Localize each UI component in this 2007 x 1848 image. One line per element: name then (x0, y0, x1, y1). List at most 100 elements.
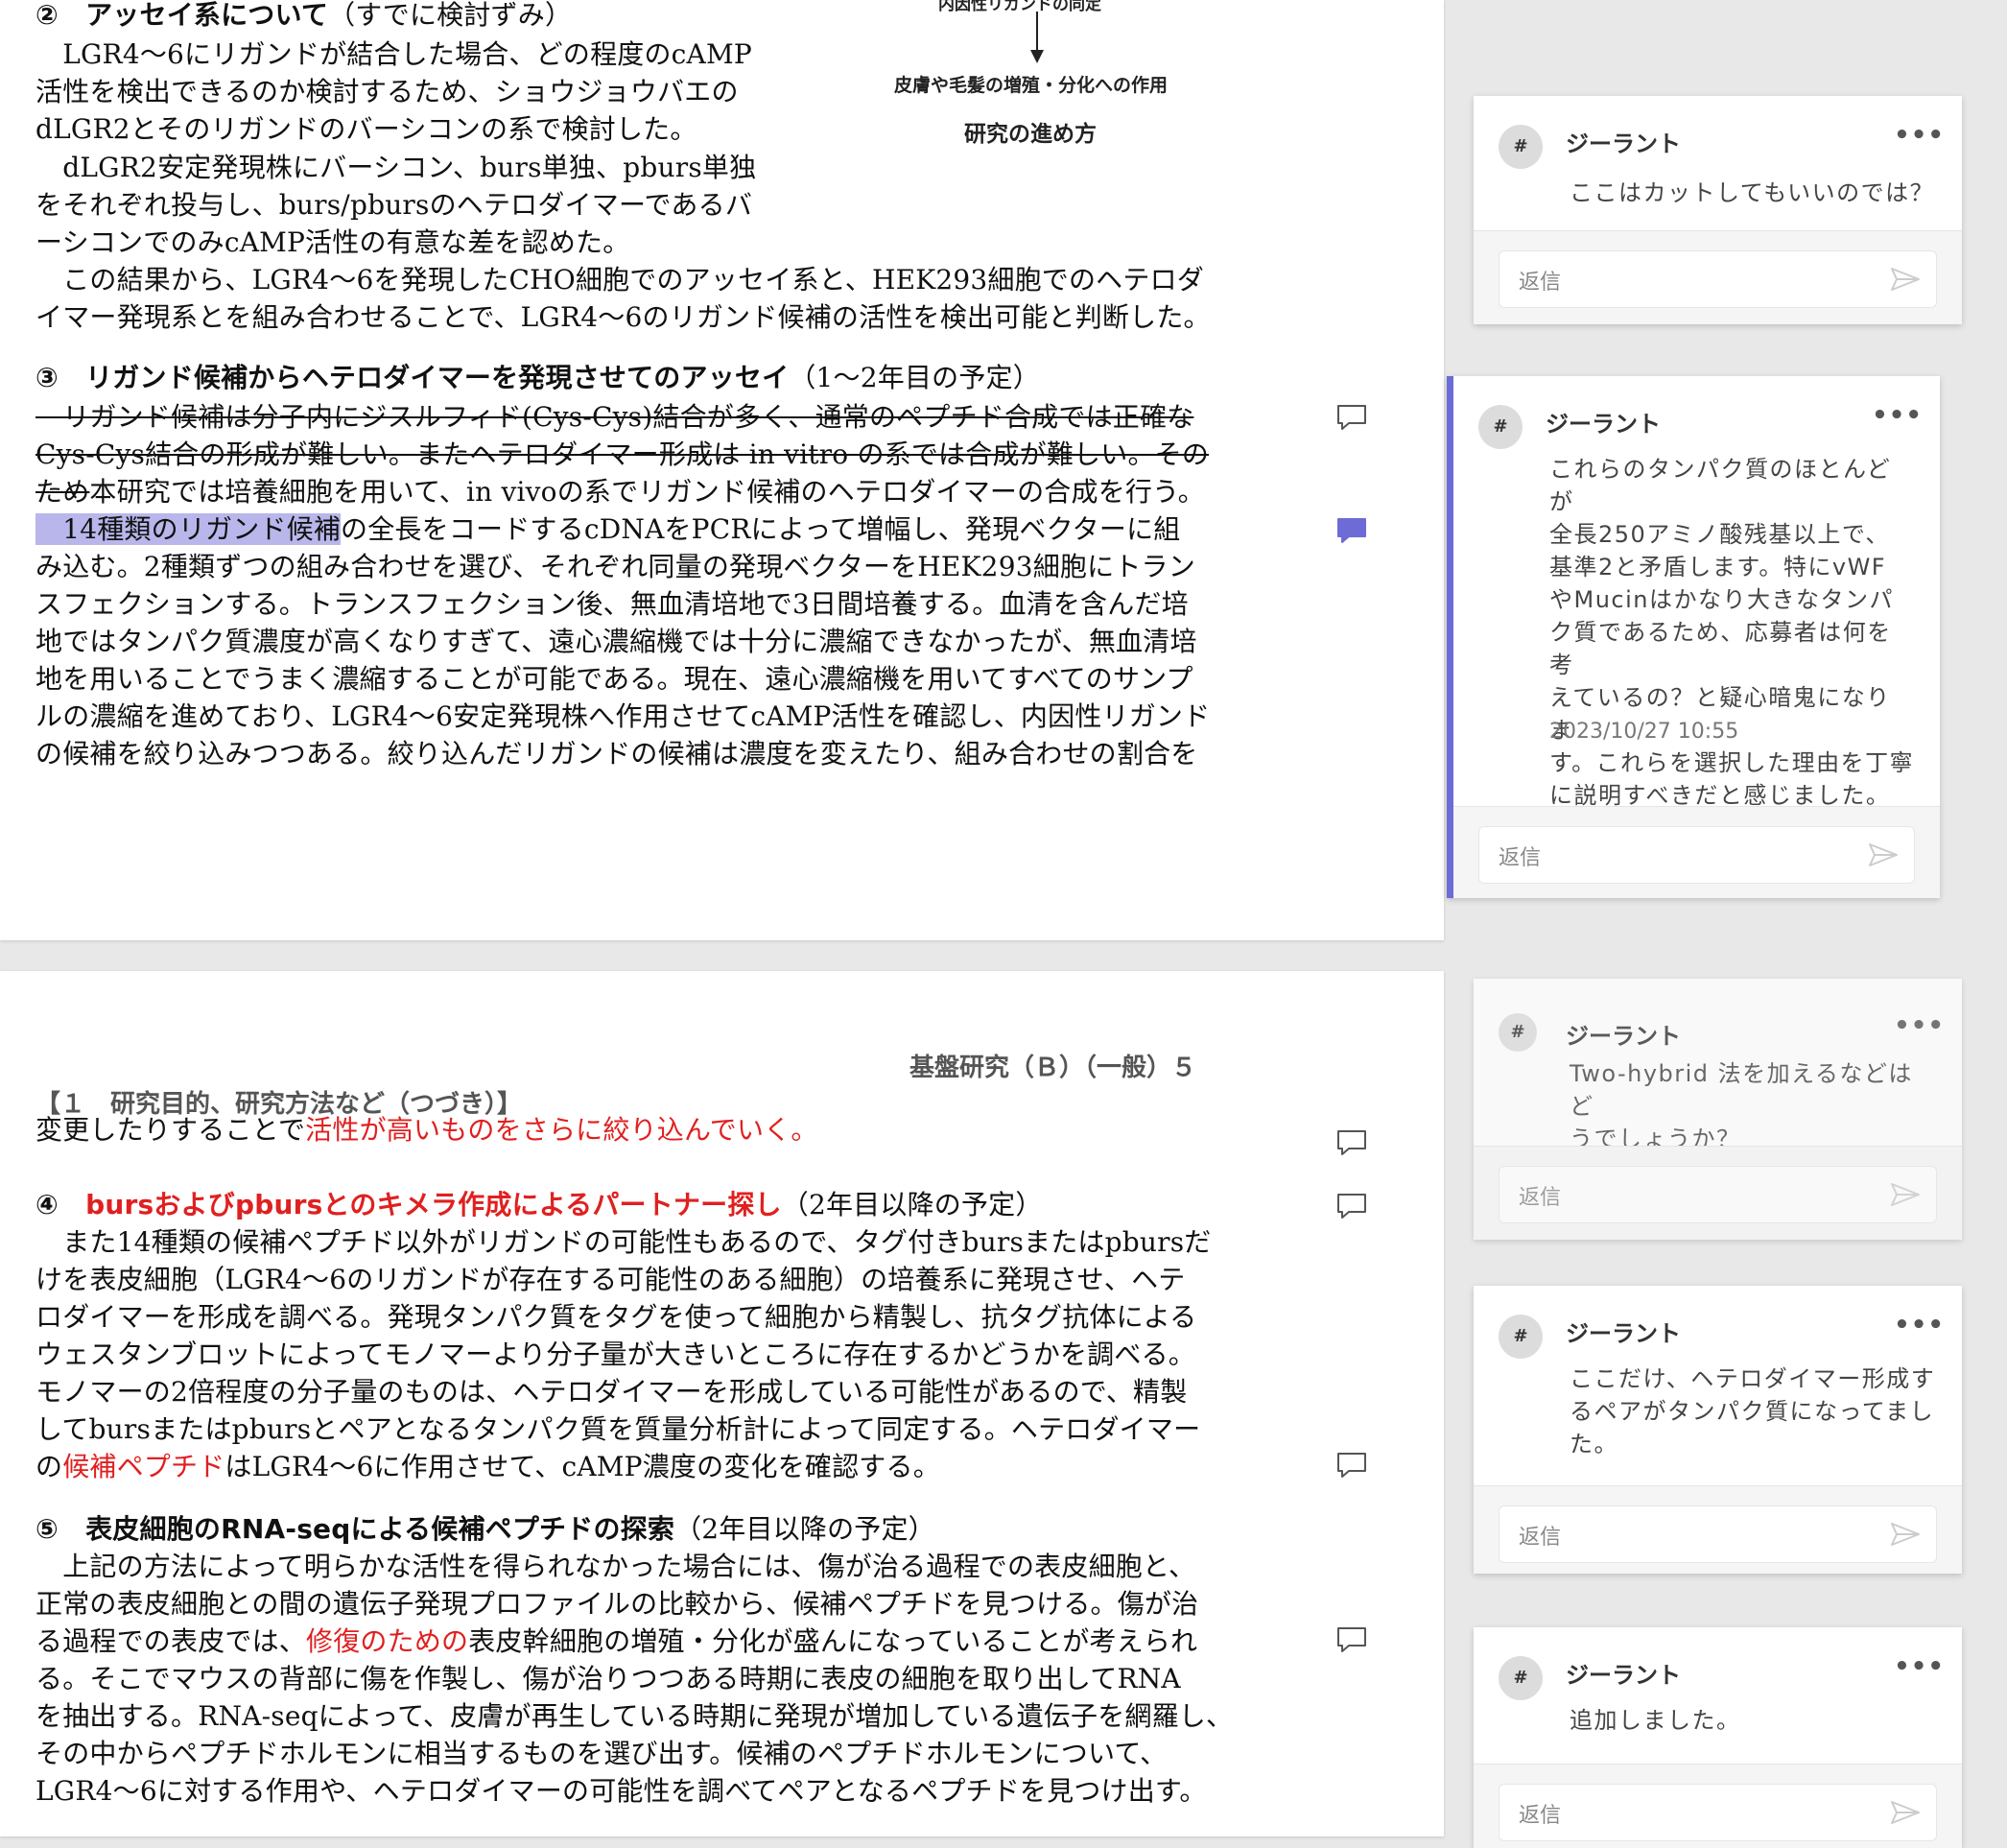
text-run: 上記の方法によって明らかな活性を得られなかった場合には、傷が治る過程での表皮細胞… (35, 1551, 1196, 1582)
more-options-icon[interactable]: ••• (1894, 1652, 1945, 1681)
text-line: ロダイマーを形成を調べる。発現タンパク質をタグを使って細胞から精製し、抗タグ抗体… (35, 1298, 1196, 1336)
text-line: ウェスタンブロットによってモノマーより分子量が大きいところに存在するかどうかを調… (35, 1336, 1195, 1373)
comment-marker-icon[interactable] (1335, 1625, 1368, 1654)
text-line: の候補を絞り込みつつある。絞り込んだリガンドの候補は濃度を変えたり、組み合わせの… (35, 735, 1198, 772)
reply-area: 返信 (1474, 1147, 1962, 1240)
text-line: dLGR2とそのリガンドのバーシコンの系で検討した。 (35, 110, 697, 148)
text-run: bursおよびpbursとのキメラ作成によるパートナー探し (85, 1189, 782, 1220)
text-line: してbursまたはpbursとペアとなるタンパク質を質量分析計によって同定する。… (35, 1410, 1200, 1448)
text-run: ③ リガンド候補からヘテロダイマーを発現させてのアッセイ (35, 362, 790, 393)
send-icon[interactable] (1890, 1182, 1921, 1207)
text-run: イマー発現系とを組み合わせることで、LGR4〜6のリガンド候補の活性を検出可能と… (35, 301, 1211, 333)
text-line: Cys-Cys結合の形成が難しい。またヘテロダイマー形成は in vitro の… (35, 436, 1209, 473)
text-line: けを表皮細胞（LGR4〜6のリガンドが存在する可能性のある細胞）の培養系に発現さ… (35, 1261, 1185, 1298)
text-run: を抽出する。RNA-seqによって、皮膚が再生している時期に発現が増加している遺… (35, 1700, 1234, 1732)
reply-area: 返信 (1474, 231, 1962, 324)
reply-placeholder: 返信 (1519, 271, 1562, 295)
page-header: 基盤研究（Ｂ）（一般）５ (909, 1054, 1197, 1082)
reply-area: 返信 (1474, 1765, 1962, 1848)
send-icon[interactable] (1868, 842, 1899, 867)
text-run: リガンド候補は分子内にジスルフィド(Cys-Cys)結合が多く、通常のペプチド合… (35, 401, 1194, 433)
avatar: # (1499, 125, 1543, 169)
reply-input[interactable]: 返信 (1499, 1166, 1937, 1223)
text-line: モノマーの2倍程度の分子量のものは、ヘテロダイマーを形成している可能性があるので… (35, 1373, 1187, 1410)
comment-marker-active-icon[interactable] (1335, 516, 1368, 545)
send-icon[interactable] (1890, 1800, 1921, 1825)
comment-text: Two-hybrid 法を加えるなどはど うでしょうか？ (1570, 1060, 1913, 1152)
document-page-1: 内因性リガンドの同定 皮膚や毛髪の増殖・分化への作用 研究の進め方 ② アッセイ… (0, 0, 1444, 940)
text-run: 活性が高いものをさらに絞り込んでいく。 (305, 1114, 818, 1146)
text-line: 14種類のリガンド候補の全長をコードするcDNAをPCRによって増幅し、発現ベク… (35, 510, 1180, 548)
comment-text: ここはカットしてもいいのでは？ (1570, 179, 1935, 206)
more-options-icon[interactable]: ••• (1894, 1311, 1945, 1339)
text-run: ルの濃縮を進めており、LGR4〜6安定発現株へ作用させてcAMP活性を確認し、内… (35, 700, 1211, 732)
text-run: 本研究では培養細胞を用いて、in vivoの系でリガンド候補のヘテロダイマーの合… (89, 476, 1205, 508)
comment-marker-icon[interactable] (1335, 1128, 1368, 1157)
comment-author: ジーラント (1566, 1662, 1681, 1689)
figure-caption: 研究の進め方 (964, 122, 1097, 147)
text-line: 活性を検出できるのか検討するため、ショウジョウバエの (35, 73, 739, 110)
text-run: また14種類の候補ペプチド以外がリガンドの可能性もあるので、タグ付きbursまた… (35, 1226, 1212, 1258)
text-run: ④ (35, 1189, 86, 1220)
figure-bottom-label: 皮膚や毛髪の増殖・分化への作用 (894, 75, 1169, 96)
comment-marker-icon[interactable] (1335, 403, 1368, 432)
text-run: 14種類のリガンド候補 (35, 513, 342, 545)
avatar: # (1499, 1013, 1537, 1052)
comment-author: ジーラント (1566, 130, 1681, 157)
reply-placeholder: 返信 (1519, 1526, 1562, 1550)
reply-placeholder: 返信 (1519, 1186, 1562, 1210)
avatar: # (1478, 405, 1523, 449)
text-run: けを表皮細胞（LGR4〜6のリガンドが存在する可能性のある細胞）の培養系に発現さ… (35, 1264, 1186, 1295)
text-line: LGR4〜6にリガンドが結合した場合、どの程度のcAMP (35, 36, 752, 73)
comment-marker-icon[interactable] (1335, 1192, 1368, 1220)
reply-input[interactable]: 返信 (1499, 1784, 1937, 1841)
text-line: ⑤ 表皮細胞のRNA-seqによる候補ペプチドの探索（2年目以降の予定） (35, 1510, 935, 1548)
text-line: 地を用いることでうまく濃縮することが可能である。現在、遠心濃縮機を用いてすべての… (35, 660, 1193, 698)
comment-card[interactable]: # ジーラント ••• Two-hybrid 法を加えるなどはど うでしょうか？… (1474, 979, 1962, 1240)
text-line: 上記の方法によって明らかな活性を得られなかった場合には、傷が治る過程での表皮細胞… (35, 1548, 1195, 1585)
text-run: （2年目以降の予定） (674, 1513, 935, 1545)
text-line: イマー発現系とを組み合わせることで、LGR4〜6のリガンド候補の活性を検出可能と… (35, 298, 1211, 336)
send-icon[interactable] (1890, 1522, 1921, 1547)
text-line: を抽出する。RNA-seqによって、皮膚が再生している時期に発現が増加している遺… (35, 1697, 1233, 1735)
text-line: み込む。2種類ずつの組み合わせを選び、それぞれ同量の発現ベクターをHEK293細… (35, 548, 1195, 585)
text-line: dLGR2安定発現株にバーシコン、burs単独、pburs単独 (35, 149, 756, 186)
text-run: の全長をコードするcDNAをPCRによって増幅し、発現ベクターに組 (341, 513, 1181, 545)
text-run: 表皮幹細胞の増殖・分化が盛んになっていることが考えられ (468, 1625, 1198, 1657)
text-run: ため (35, 476, 90, 508)
text-run: る。そこでマウスの背部に傷を作製し、傷が治りつつある時期に表皮の細胞を取り出して… (35, 1663, 1181, 1694)
text-line: をそれぞれ投与し、burs/pbursのヘテロダイマーであるバ (35, 186, 752, 224)
text-run: dLGR2とそのリガンドのバーシコンの系で検討した。 (35, 113, 697, 145)
send-icon[interactable] (1890, 267, 1921, 292)
comment-author: ジーラント (1546, 411, 1661, 438)
text-run: （1〜2年目の予定） (789, 362, 1040, 393)
more-options-icon[interactable]: ••• (1872, 401, 1923, 430)
text-run: 修復のための (306, 1625, 469, 1657)
reply-input[interactable]: 返信 (1499, 250, 1937, 308)
comment-text: これらのタンパク質のほとんどが 全長250アミノ酸残基以上で、 基準2と矛盾しま… (1549, 456, 1915, 809)
reply-input[interactable]: 返信 (1478, 826, 1915, 884)
text-line: ③ リガンド候補からヘテロダイマーを発現させてのアッセイ（1〜2年目の予定） (35, 359, 1040, 396)
document-page-2: 基盤研究（Ｂ）（一般）５ 【１ 研究目的、研究方法など（つづき）】 変更したりす… (0, 971, 1444, 1836)
comment-card-active[interactable]: # ジーラント ••• これらのタンパク質のほとんどが 全長250アミノ酸残基以… (1447, 376, 1940, 898)
more-options-icon[interactable]: ••• (1894, 121, 1945, 150)
text-line: 正常の表皮細胞との間の遺伝子発現プロファイルの比較から、候補ペプチドを見つける。… (35, 1585, 1198, 1623)
more-options-icon[interactable]: ••• (1894, 1011, 1945, 1040)
reply-input[interactable]: 返信 (1499, 1505, 1937, 1563)
reply-placeholder: 返信 (1499, 846, 1542, 870)
text-run: LGR4〜6にリガンドが結合した場合、どの程度のcAMP (35, 38, 752, 70)
comment-card[interactable]: # ジーラント ••• ここはカットしてもいいのでは？ 返信 (1474, 96, 1962, 324)
text-line: る。そこでマウスの背部に傷を作製し、傷が治りつつある時期に表皮の細胞を取り出して… (35, 1660, 1181, 1697)
text-run: の (35, 1451, 63, 1482)
text-line: ④ bursおよびpbursとのキメラ作成によるパートナー探し（2年目以降の予定… (35, 1186, 1043, 1223)
text-run: LGR4〜6に対する作用や、ヘテロダイマーの可能性を調べてペアとなるペプチドを見… (35, 1775, 1207, 1807)
text-run: ーシコンでのみcAMP活性の有意な差を認めた。 (35, 226, 630, 258)
text-run: dLGR2安定発現株にバーシコン、burs単独、pburs単独 (35, 152, 757, 183)
comment-card[interactable]: # ジーラント ••• 追加しました。 返信 (1474, 1627, 1962, 1848)
comment-card[interactable]: # ジーラント ••• ここだけ、ヘテロダイマー形成す るペアがタンパク質になっ… (1474, 1286, 1962, 1574)
figure-arrow (1030, 12, 1044, 63)
comment-marker-icon[interactable] (1335, 1451, 1368, 1480)
comment-timestamp: 2023/10/27 10:55 (1549, 720, 1739, 744)
text-line: 地ではタンパク質濃度が高くなりすぎて、遠心濃縮機では十分に濃縮できなかったが、無… (35, 623, 1197, 660)
text-run: はLGR4〜6に作用させて、cAMP濃度の変化を確認する。 (224, 1451, 940, 1482)
